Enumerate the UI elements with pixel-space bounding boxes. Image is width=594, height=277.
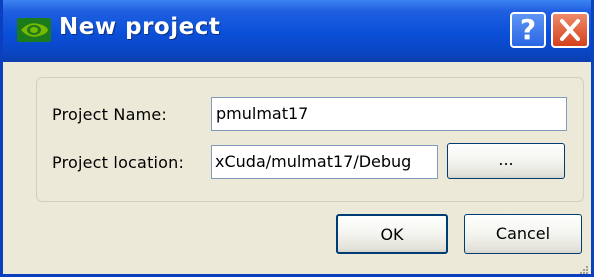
close-button[interactable] [551,12,589,48]
browse-button-label: ... [498,150,514,169]
window-title: New project [59,14,221,40]
browse-button[interactable]: ... [447,143,565,179]
title-bar[interactable]: New project ? [3,0,591,62]
project-location-input[interactable]: xCuda/mulmat17/Debug [211,145,438,179]
help-button[interactable]: ? [510,12,546,48]
resize-grip-icon[interactable] [579,265,589,275]
nvidia-logo-icon [17,18,51,42]
close-icon [560,19,580,41]
cancel-button-label: Cancel [495,224,551,243]
project-name-label: Project Name: [52,105,168,124]
ok-button-label: OK [380,225,404,244]
help-icon: ? [519,13,537,46]
new-project-dialog: New project ? Project Name: pmulmat17 Pr… [0,0,594,277]
project-location-label: Project location: [52,153,185,172]
ok-button[interactable]: OK [336,214,448,254]
project-name-input[interactable]: pmulmat17 [211,97,567,131]
project-settings-group: Project Name: pmulmat17 Project location… [36,77,584,202]
cancel-button[interactable]: Cancel [464,214,582,254]
dialog-body: Project Name: pmulmat17 Project location… [3,62,591,275]
